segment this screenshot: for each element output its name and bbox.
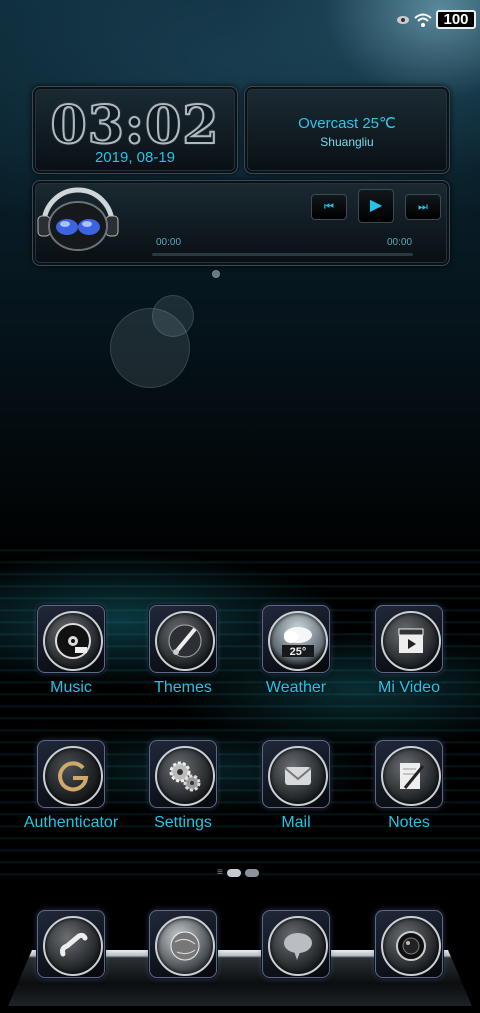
app-mail-tile: [262, 740, 330, 808]
clock-widget[interactable]: 03:02 2019, 08-19: [32, 86, 238, 174]
app-mi-video-tile: [375, 605, 443, 673]
page-dot-active[interactable]: [226, 869, 241, 877]
notes-pen-icon: [400, 763, 425, 789]
app-label: Authenticator: [23, 814, 119, 831]
app-label: Music: [50, 679, 92, 696]
play-icon: ▶: [369, 197, 383, 214]
music-disc-icon: [55, 623, 91, 659]
app-themes-tile: [149, 605, 217, 673]
clock-time: 03:02: [50, 94, 220, 157]
dock-camera[interactable]: [353, 910, 465, 978]
weather-cloud-icon: 25°: [282, 627, 314, 658]
home-screen: 100 03:02 2019, 08-19 Overcast 25℃ Shuan…: [0, 0, 480, 1013]
weather-badge: 25°: [290, 646, 307, 658]
wallpaper-bubble: [212, 270, 220, 278]
eye-icon: [397, 15, 409, 24]
app-label: Themes: [154, 679, 212, 696]
total-time: 00:00: [387, 237, 413, 248]
app-label: Weather: [265, 679, 327, 696]
next-button[interactable]: ⏭: [405, 194, 441, 220]
video-clapper-icon: [398, 628, 424, 653]
app-notes-tile: [375, 740, 443, 808]
app-authenticator[interactable]: Authenticator: [15, 740, 127, 832]
music-progress-bar[interactable]: [152, 253, 413, 256]
app-label: Mail: [281, 814, 311, 831]
wifi-icon: [414, 13, 432, 27]
phone-icon: [60, 932, 88, 957]
camera-lens-icon: [396, 931, 426, 961]
app-mi-video[interactable]: Mi Video: [353, 605, 465, 697]
dock-camera-tile: [375, 910, 443, 978]
status-bar: 100: [396, 10, 476, 29]
weather-condition: Overcast 25℃: [298, 115, 396, 132]
app-settings[interactable]: Settings: [127, 740, 239, 832]
app-label: Settings: [154, 814, 212, 831]
settings-gears-icon: [169, 761, 201, 792]
mail-envelope-icon: [284, 767, 312, 785]
battery-indicator: 100: [436, 10, 476, 29]
app-settings-tile: [149, 740, 217, 808]
dock-phone-tile: [37, 910, 105, 978]
browser-globe-icon: [170, 931, 200, 961]
app-music[interactable]: Music: [15, 605, 127, 697]
previous-button[interactable]: ⏮: [311, 194, 347, 220]
app-notes[interactable]: Notes: [353, 740, 465, 832]
clock-date: 2019, 08-19: [94, 149, 176, 166]
app-music-tile: [37, 605, 105, 673]
dock-browser[interactable]: [127, 910, 239, 978]
dock-messages[interactable]: [240, 910, 352, 978]
next-icon: ⏭: [418, 201, 428, 213]
app-label: Notes: [388, 814, 430, 831]
app-label: Mi Video: [378, 679, 440, 696]
play-button[interactable]: ▶: [358, 189, 394, 223]
previous-icon: ⏮: [324, 201, 334, 213]
app-authenticator-tile: [37, 740, 105, 808]
elapsed-time: 00:00: [156, 237, 182, 248]
menu-lines-icon: ≡: [217, 867, 223, 878]
app-mail[interactable]: Mail: [240, 740, 352, 832]
app-weather[interactable]: 25° Weather: [240, 605, 352, 697]
dock-browser-tile: [149, 910, 217, 978]
messages-bubble-icon: [284, 933, 312, 960]
app-weather-tile: 25°: [262, 605, 330, 673]
wallpaper-bubble: [152, 295, 194, 337]
weather-city: Shuangliu: [320, 135, 374, 149]
themes-brush-icon: [168, 624, 202, 658]
app-themes[interactable]: Themes: [127, 605, 239, 697]
page-dot[interactable]: [244, 869, 259, 877]
dock-phone[interactable]: [15, 910, 127, 978]
weather-widget[interactable]: Overcast 25℃ Shuangliu: [244, 86, 450, 174]
dock-messages-tile: [262, 910, 330, 978]
page-indicator[interactable]: ≡: [217, 868, 259, 878]
authenticator-icon: [58, 761, 89, 792]
music-player-alien-icon[interactable]: [36, 186, 120, 252]
